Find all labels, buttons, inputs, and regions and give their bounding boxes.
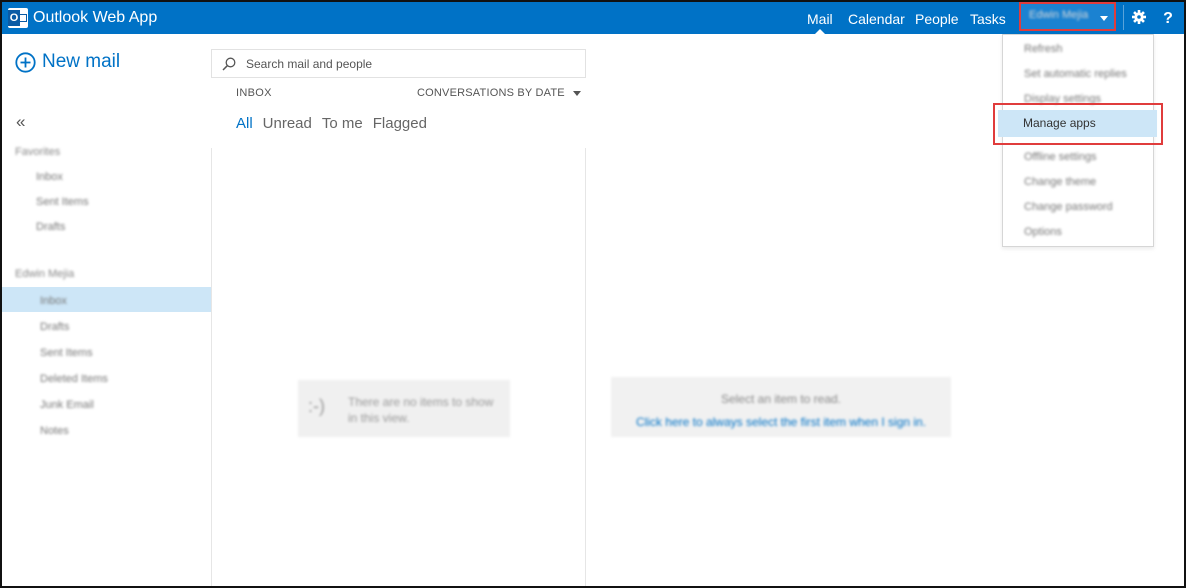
settings-button[interactable] xyxy=(1130,6,1148,26)
divider xyxy=(1123,5,1124,30)
favorites-header-label: Favorites xyxy=(15,146,61,158)
nav-item-mail-wrap: Mail xyxy=(807,2,833,34)
sort-dropdown[interactable]: CONVERSATIONS BY DATE xyxy=(417,87,581,99)
nav-item-people-wrap: People xyxy=(915,2,959,34)
folder-item-sent[interactable]: Sent Items xyxy=(40,347,93,359)
reading-pane-placeholder: Select an item to read. Click here to al… xyxy=(611,377,951,437)
menu-item-manage-apps-label: Manage apps xyxy=(1023,116,1096,130)
menu-item-manage-apps[interactable]: Manage apps xyxy=(998,110,1157,137)
menu-item-change-password[interactable]: Change password xyxy=(1024,201,1113,213)
favorite-item-inbox[interactable]: Inbox xyxy=(36,171,63,183)
reading-pane-message: Select an item to read. xyxy=(720,392,842,406)
filter-to-me[interactable]: To me xyxy=(322,115,363,132)
new-mail-button[interactable]: New mail xyxy=(15,51,120,73)
filter-flagged[interactable]: Flagged xyxy=(373,115,427,132)
user-name: Edwin Mejia xyxy=(1029,9,1089,21)
outlook-logo-icon: O xyxy=(8,8,28,28)
folder-item-inbox[interactable]: Inbox xyxy=(40,295,67,307)
help-button[interactable]: ? xyxy=(1159,4,1177,28)
user-menu-button[interactable]: Edwin Mejia xyxy=(1019,2,1116,31)
brand[interactable]: O Outlook Web App xyxy=(8,7,157,29)
new-mail-label: New mail xyxy=(42,51,121,72)
caret-down-icon xyxy=(572,90,581,96)
filter-bar: All Unread To me Flagged xyxy=(236,115,437,132)
empty-list-message: :-) There are no items to show in this v… xyxy=(298,380,510,437)
nav-tasks[interactable]: Tasks xyxy=(970,2,1006,34)
menu-item-automatic-replies[interactable]: Set automatic replies xyxy=(1024,68,1127,80)
account-header[interactable]: Edwin Mejia xyxy=(15,268,74,280)
folder-label: INBOX xyxy=(236,87,272,99)
folder-item-junk[interactable]: Junk Email xyxy=(40,399,94,411)
favorite-item-sent[interactable]: Sent Items xyxy=(36,196,89,208)
nav-item-calendar-wrap: Calendar xyxy=(848,2,905,34)
nav-item-tasks-wrap: Tasks xyxy=(970,2,1006,34)
smiley-icon: :-) xyxy=(308,396,325,416)
nav-calendar[interactable]: Calendar xyxy=(848,2,905,34)
search-box[interactable] xyxy=(211,49,586,78)
favorite-item-drafts[interactable]: Drafts xyxy=(36,221,65,233)
favorites-header[interactable]: Favorites xyxy=(15,146,60,158)
nav-people[interactable]: People xyxy=(915,2,959,34)
app-title: Outlook Web App xyxy=(33,9,158,26)
always-select-first-link[interactable]: Click here to always select the first it… xyxy=(611,415,951,429)
message-list xyxy=(211,148,586,586)
plus-circle-icon xyxy=(15,51,36,73)
menu-item-refresh[interactable]: Refresh xyxy=(1024,43,1063,55)
search-input[interactable] xyxy=(246,55,576,73)
double-chevron-left-icon[interactable]: « xyxy=(16,112,25,132)
nav-mail[interactable]: Mail xyxy=(807,2,833,34)
gear-icon xyxy=(1132,10,1146,24)
chevron-down-icon xyxy=(1100,16,1108,21)
folder-item-notes[interactable]: Notes xyxy=(40,425,69,437)
help-icon: ? xyxy=(1163,10,1173,27)
menu-item-options[interactable]: Options xyxy=(1024,226,1062,238)
selected-folder-highlight xyxy=(2,287,211,312)
folder-item-drafts[interactable]: Drafts xyxy=(40,321,69,333)
filter-all[interactable]: All xyxy=(236,115,253,132)
folder-item-deleted[interactable]: Deleted Items xyxy=(40,373,108,385)
account-header-label: Edwin Mejia xyxy=(15,268,75,280)
manage-apps-highlight: Manage apps xyxy=(993,103,1163,145)
menu-item-change-theme[interactable]: Change theme xyxy=(1024,176,1096,188)
menu-item-offline-settings[interactable]: Offline settings xyxy=(1024,151,1097,163)
filter-unread[interactable]: Unread xyxy=(263,115,312,132)
empty-list-text: There are no items to show in this view. xyxy=(348,395,494,425)
search-icon xyxy=(222,57,236,71)
sort-label: CONVERSATIONS BY DATE xyxy=(417,87,565,99)
top-bar: O Outlook Web App Mail Calendar People T… xyxy=(2,2,1184,34)
